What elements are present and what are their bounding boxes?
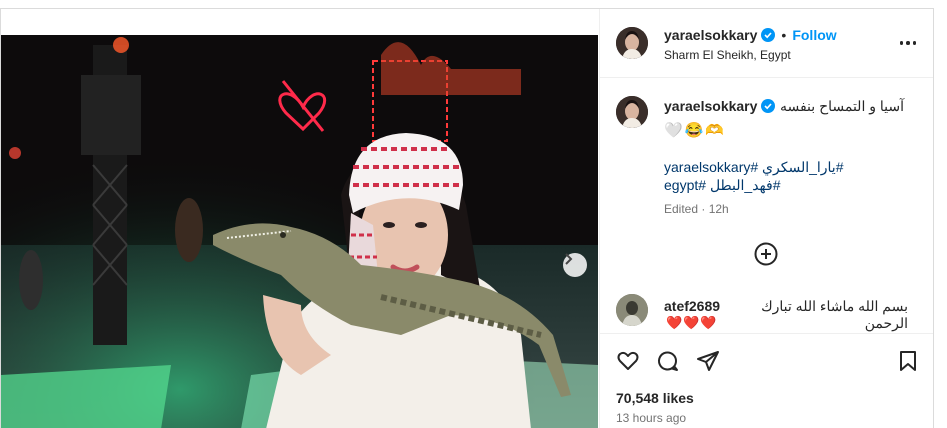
comment-button[interactable] xyxy=(656,349,680,373)
save-button[interactable] xyxy=(896,349,920,373)
heart-icon xyxy=(617,351,639,370)
like-button[interactable] xyxy=(616,349,640,373)
caption-text: آسيا و التمساح بنفسه xyxy=(779,98,904,114)
caption-avatar[interactable] xyxy=(616,96,648,128)
avatar-image xyxy=(616,294,648,326)
comment-text: بسم الله ماشاء الله تبارك الرحمن xyxy=(761,298,908,331)
edited-timestamp: Edited · 12h xyxy=(664,202,729,216)
commenter-username[interactable]: atef2689 xyxy=(664,298,720,314)
photo-illustration xyxy=(1,35,598,428)
avatar-image xyxy=(616,27,648,59)
author-avatar[interactable] xyxy=(616,27,648,59)
post-header: yaraelsokkary • Follow Sharm El Sheikh, … xyxy=(600,9,933,78)
commenter-avatar[interactable] xyxy=(616,294,648,326)
chevron-right-icon xyxy=(565,253,573,265)
separator-dot: • xyxy=(781,27,787,43)
comment-hearts: ❤️❤️❤️ xyxy=(666,315,718,330)
post-side-panel: yaraelsokkary • Follow Sharm El Sheikh, … xyxy=(599,9,933,428)
post-photo[interactable] xyxy=(1,35,598,428)
share-button[interactable] xyxy=(696,349,720,373)
hashtags-line-2[interactable]: egypt# فهد_البطل# xyxy=(664,176,864,194)
likes-count[interactable]: 70,548 likes xyxy=(616,390,694,406)
author-username[interactable]: yaraelsokkary xyxy=(664,27,757,43)
next-slide-button[interactable] xyxy=(563,253,587,277)
verified-badge-icon xyxy=(761,28,776,42)
comment-icon xyxy=(658,351,678,371)
follow-button[interactable]: Follow xyxy=(792,27,836,43)
more-options-icon[interactable] xyxy=(896,35,920,51)
post-time[interactable]: 13 hours ago xyxy=(616,411,686,425)
action-bar: 70,548 likes 13 hours ago xyxy=(600,333,933,428)
hashtags-line-1[interactable]: yaraelsokkary# يارا_السكري# xyxy=(664,158,864,176)
avatar-image xyxy=(616,96,648,128)
add-comment-icon[interactable] xyxy=(754,242,778,266)
hashtags: yaraelsokkary# يارا_السكري# egypt# فهد_ا… xyxy=(664,158,864,194)
save-bookmark-icon xyxy=(900,351,916,371)
author-line: yaraelsokkary • Follow xyxy=(664,27,837,43)
post-location[interactable]: Sharm El Sheikh, Egypt xyxy=(664,48,791,62)
post-frame: yaraelsokkary • Follow Sharm El Sheikh, … xyxy=(0,8,934,428)
plus-circle-icon xyxy=(754,242,778,266)
caption-emoji: 🤍😂🫶 xyxy=(664,122,727,139)
share-icon xyxy=(697,351,719,371)
